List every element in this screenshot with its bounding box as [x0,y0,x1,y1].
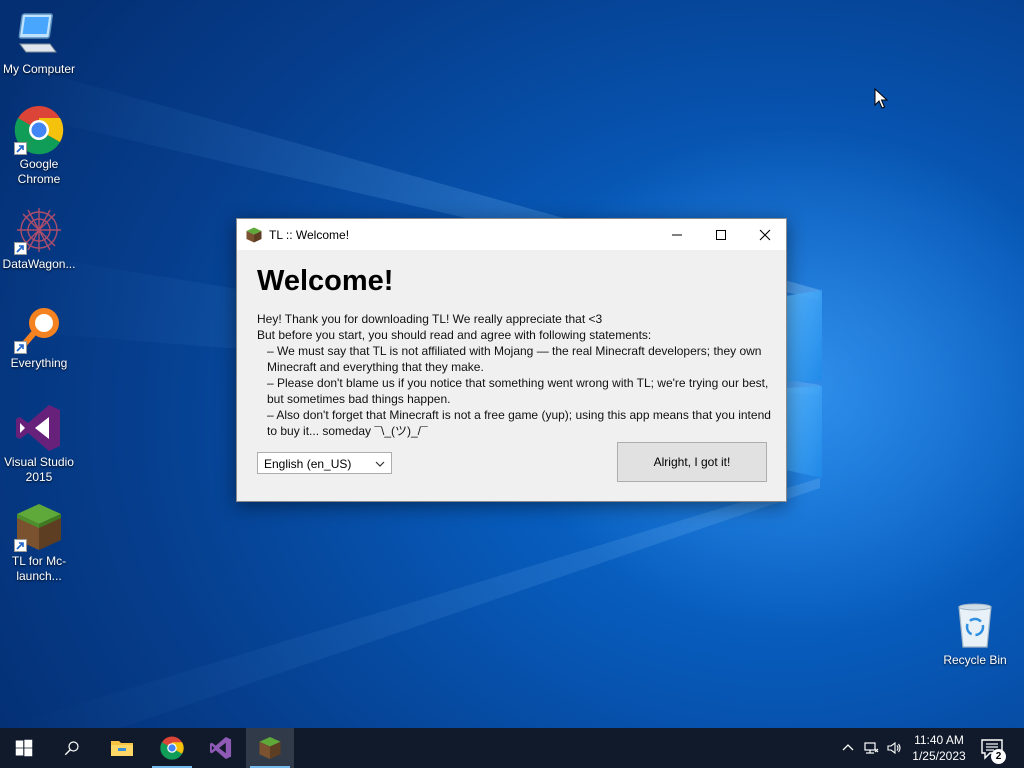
clock-time: 11:40 AM [914,733,964,747]
desktop-icon-label: Recycle Bin [943,653,1007,667]
desktop-icon-recycle-bin[interactable]: Recycle Bin [937,601,1013,668]
maximize-button[interactable] [699,219,743,250]
desktop-icon-label: TL for Mc-launch... [11,554,67,583]
search-icon [64,741,79,756]
statements-text: Hey! Thank you for downloading TL! We re… [257,311,772,439]
desktop-icon-everything[interactable]: Everything [1,304,77,371]
statement-item: – Also don't forget that Minecraft is no… [267,408,771,438]
clock-date: 1/25/2023 [912,749,966,763]
taskbar-chrome[interactable] [148,728,196,768]
desktop-icon-label: Google Chrome [17,157,61,186]
chevron-up-icon [842,744,854,751]
start-icon [15,739,33,757]
statement-item: – Please don't blame us if you notice th… [267,376,769,406]
language-select[interactable]: English (en_US) [257,452,392,474]
taskbar-tl-launcher[interactable] [246,728,294,768]
shortcut-arrow-icon [14,341,27,354]
mouse-cursor-icon [874,88,888,109]
desktop-icon-tl-launcher[interactable]: TL for Mc-launch... [1,502,77,584]
desktop-icon-datawagon[interactable]: DataWagon... [1,205,77,272]
chevron-down-icon [375,461,385,467]
show-hidden-icons-button[interactable] [840,740,856,756]
statement-item: – We must say that TL is not affiliated … [267,344,762,374]
volume-button[interactable] [886,740,902,756]
computer-icon [18,13,57,53]
clock[interactable]: 11:40 AM 1/25/2023 [908,732,970,764]
taskbar: 11:40 AM 1/25/2023 2 [0,728,1024,768]
start-button[interactable] [0,728,48,768]
shortcut-arrow-icon [14,242,27,255]
title-bar[interactable]: TL :: Welcome! [237,219,786,250]
shortcut-arrow-icon [14,142,27,155]
window-title: TL :: Welcome! [269,228,350,242]
close-button[interactable] [743,219,787,250]
minecraft-grass-block-icon [259,736,281,760]
visual-studio-icon [209,736,232,760]
minecraft-grass-block-icon [246,227,262,243]
minimize-icon [672,234,682,235]
minimize-button[interactable] [655,219,699,250]
intro-line: But before you start, you should read an… [257,328,652,342]
visual-studio-icon [16,405,60,451]
agree-button[interactable]: Alright, I got it! [617,442,767,482]
close-icon [759,229,771,240]
network-button[interactable] [863,740,879,756]
desktop-icon-label: My Computer [2,62,76,76]
network-icon [864,742,879,754]
desktop-icon-my-computer[interactable]: My Computer [1,10,77,77]
taskbar-search-button[interactable] [48,728,96,768]
taskbar-file-explorer[interactable] [98,728,146,768]
taskbar-visual-studio[interactable] [197,728,245,768]
chrome-icon [160,736,184,760]
desktop-icon-label: Visual Studio 2015 [4,455,74,484]
desktop-icon-label: Everything [10,356,68,370]
welcome-dialog: TL :: Welcome! Welcome! Hey! Thank you f… [236,218,787,502]
desktop-icon-label: DataWagon... [2,257,76,271]
welcome-heading: Welcome! [257,265,394,297]
recycle-bin-icon [958,603,992,648]
speaker-icon [887,741,901,755]
language-value: English (en_US) [264,457,352,471]
file-explorer-icon [111,741,133,756]
shortcut-arrow-icon [14,539,27,552]
desktop-icon-visual-studio[interactable]: Visual Studio 2015 [1,403,77,485]
maximize-icon [716,229,726,240]
desktop-icon-google-chrome[interactable]: Google Chrome [1,105,77,187]
notification-count-badge: 2 [991,749,1006,764]
intro-line: Hey! Thank you for downloading TL! We re… [257,312,603,326]
